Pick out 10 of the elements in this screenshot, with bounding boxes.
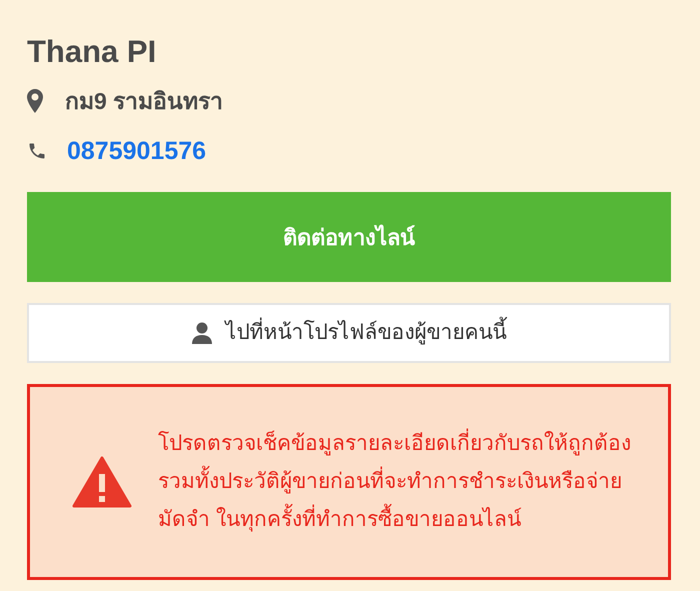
warning-text: โปรดตรวจเช็คข้อมูลรายละเอียดเกี่ยวกับรถให้ถูกต้องรวมทั้งประวัติผู้ขายก่อนที่จะทำการชำระเงินหรือจ่ายมัดจำ ในทุกครั้งที่ทำการซื้อขายออนไลน์ [158,425,652,539]
seller-name: Thana PI [27,33,158,71]
seller-address: กม9 รามอินทรา [65,87,224,116]
warning-icon [72,456,132,508]
line-contact-button[interactable]: ติดต่อทางไลน์ [27,192,671,282]
phone-link[interactable]: 0875901576 [67,132,206,170]
seller-profile-button[interactable]: ไปที่หน้าโปรไฟล์ของผู้ขายคนนี้ [27,303,671,363]
phone-icon [27,141,47,162]
person-icon [192,322,212,344]
location-pin-icon [27,89,43,114]
